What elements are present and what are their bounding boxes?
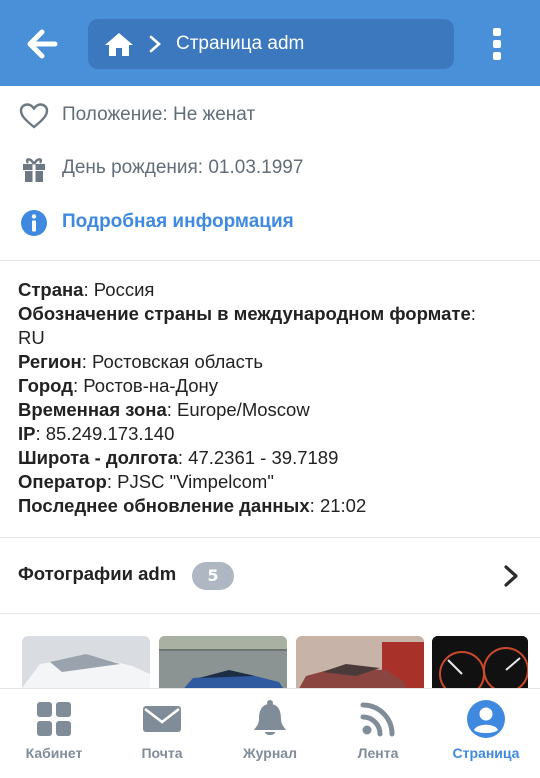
photo-thumbnail[interactable] — [159, 636, 287, 696]
profile-icon — [467, 700, 505, 738]
detail-ip: IP: 85.249.173.140 — [18, 423, 175, 444]
marital-status: Положение: Не женат — [62, 104, 256, 125]
photos-title: Фотографии adm — [18, 563, 177, 584]
nav-item-journal[interactable]: Журнал — [216, 689, 324, 778]
nav-label: Страница — [452, 745, 520, 761]
photos-header[interactable]: Фотографии adm 5 — [0, 538, 540, 613]
birthday: День рождения: 01.03.1997 — [62, 157, 304, 178]
home-icon[interactable] — [104, 31, 134, 57]
gift-icon — [23, 158, 45, 182]
rss-icon — [360, 702, 395, 737]
back-arrow-icon[interactable] — [22, 24, 62, 64]
detail-city: Город: Ростов-на-Дону — [18, 375, 219, 396]
nav-item-feed[interactable]: Лента — [324, 689, 432, 778]
more-info-label[interactable]: Подробная информация — [62, 211, 294, 233]
photo-thumbnail[interactable] — [22, 636, 150, 696]
status-row: Положение: Не женат — [0, 96, 540, 136]
kebab-menu-icon[interactable] — [484, 24, 510, 64]
bell-icon — [254, 700, 286, 735]
photo-thumbnail[interactable] — [432, 636, 528, 696]
birthday-row: День рождения: 01.03.1997 — [0, 149, 540, 189]
mail-icon — [143, 706, 181, 732]
page-title: Страница adm — [176, 33, 305, 54]
photo-thumbnail[interactable] — [296, 636, 424, 696]
detail-timezone: Временная зона: Europe/Moscow — [18, 399, 310, 420]
chevron-right-icon — [149, 35, 161, 53]
nav-item-cabinet[interactable]: Кабинет — [0, 689, 108, 778]
detail-country-code: Обозначение страны в международном форма… — [18, 303, 476, 348]
nav-label: Журнал — [243, 745, 297, 761]
photos-count-badge: 5 — [192, 562, 234, 590]
detail-country: Страна: Россия — [18, 279, 155, 300]
bottom-navigation: Кабинет Почта Журнал Лента Страница — [0, 688, 540, 778]
info-icon — [21, 210, 47, 236]
profile-info: Положение: Не женат День рождения: 01.03… — [0, 86, 540, 260]
nav-label: Почта — [141, 745, 183, 761]
top-bar: Страница adm — [0, 0, 540, 86]
nav-label: Кабинет — [25, 745, 83, 761]
photos-strip — [0, 614, 540, 696]
breadcrumb[interactable]: Страница adm — [88, 19, 454, 69]
nav-item-page[interactable]: Страница — [432, 689, 540, 778]
detail-coordinates: Широта - долгота: 47.2361 - 39.7189 — [18, 447, 339, 468]
dashboard-icon — [37, 702, 71, 736]
location-details: Страна: Россия Обозначение страны в межд… — [0, 261, 540, 537]
heart-icon — [19, 103, 49, 129]
more-info-link[interactable]: Подробная информация — [0, 203, 540, 243]
detail-last-update: Последнее обновление данных: 21:02 — [18, 495, 367, 516]
detail-operator: Оператор: PJSC "Vimpelcom" — [18, 471, 274, 492]
detail-region: Регион: Ростовская область — [18, 351, 263, 372]
nav-label: Лента — [357, 745, 399, 761]
chevron-right-icon[interactable] — [502, 564, 520, 588]
nav-item-mail[interactable]: Почта — [108, 689, 216, 778]
